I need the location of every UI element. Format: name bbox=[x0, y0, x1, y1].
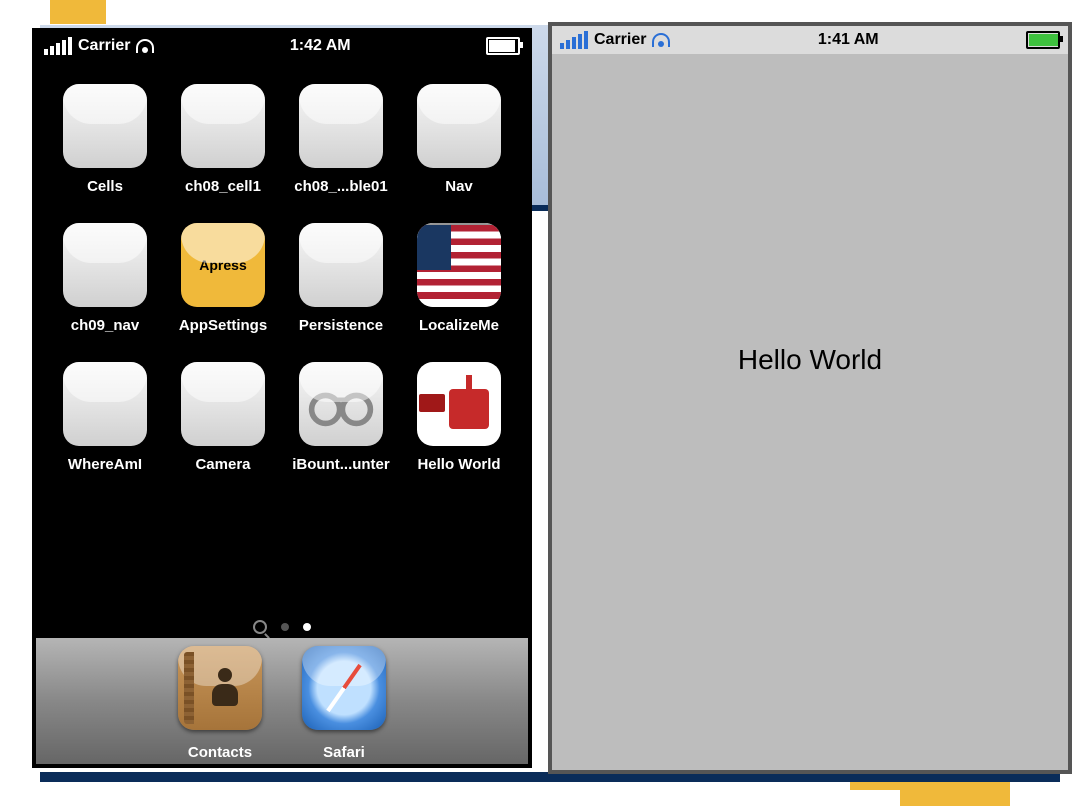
carrier-label: Carrier bbox=[594, 31, 646, 49]
app-icon bbox=[299, 84, 383, 168]
safari-icon bbox=[302, 646, 386, 730]
app-hello-world[interactable]: Hello World bbox=[408, 362, 510, 473]
app-label: ch09_nav bbox=[71, 317, 139, 334]
slide-decoration-top bbox=[50, 0, 106, 24]
app-label: LocalizeMe bbox=[419, 317, 499, 334]
signal-icon bbox=[44, 37, 72, 55]
dock-contacts[interactable]: Contacts bbox=[178, 646, 262, 764]
app-label: ch08_...ble01 bbox=[294, 178, 387, 195]
app-persistence[interactable]: Persistence bbox=[290, 223, 392, 334]
contacts-icon bbox=[178, 646, 262, 730]
app-label: Hello World bbox=[417, 456, 500, 473]
app-label: iBount...unter bbox=[292, 456, 390, 473]
page-dot-active bbox=[303, 623, 311, 631]
app-label: Persistence bbox=[299, 317, 383, 334]
dock: Contacts Safari bbox=[36, 638, 528, 764]
clock-label: 1:42 AM bbox=[290, 37, 351, 55]
carrier-label: Carrier bbox=[78, 37, 130, 55]
app-label: Nav bbox=[445, 178, 473, 195]
app-ch09-nav[interactable]: ch09_nav bbox=[54, 223, 156, 334]
app-icon bbox=[63, 362, 147, 446]
app-ch08-ble01[interactable]: ch08_...ble01 bbox=[290, 84, 392, 195]
status-bar: Carrier 1:42 AM bbox=[36, 32, 528, 60]
app-content-area: Hello World bbox=[552, 54, 1068, 770]
app-localizeme[interactable]: LocalizeMe bbox=[408, 223, 510, 334]
simulator-hello-world-app: Carrier 1:41 AM Hello World bbox=[548, 22, 1072, 774]
battery-icon bbox=[1026, 31, 1060, 49]
app-icon bbox=[181, 362, 265, 446]
wifi-icon bbox=[652, 33, 670, 47]
app-label: AppSettings bbox=[179, 317, 267, 334]
app-ch08-cell1[interactable]: ch08_cell1 bbox=[172, 84, 274, 195]
app-grid: Cells ch08_cell1 ch08_...ble01 Nav ch09_… bbox=[36, 60, 528, 473]
app-label: ch08_cell1 bbox=[185, 178, 261, 195]
app-whereami[interactable]: WhereAmI bbox=[54, 362, 156, 473]
app-appsettings[interactable]: Apress AppSettings bbox=[172, 223, 274, 334]
app-nav[interactable]: Nav bbox=[408, 84, 510, 195]
app-camera[interactable]: Camera bbox=[172, 362, 274, 473]
clock-label: 1:41 AM bbox=[818, 31, 879, 49]
app-label: WhereAmI bbox=[68, 456, 142, 473]
signal-icon bbox=[560, 31, 588, 49]
hello-world-label: Hello World bbox=[738, 344, 882, 376]
simulator-home-screen: Carrier 1:42 AM Cells ch08_cell1 ch08_..… bbox=[32, 28, 532, 768]
handcuffs-icon bbox=[299, 362, 383, 446]
app-label: Camera bbox=[195, 456, 250, 473]
app-icon bbox=[181, 84, 265, 168]
wifi-icon bbox=[136, 39, 154, 53]
app-label: Cells bbox=[87, 178, 123, 195]
page-dot bbox=[281, 623, 289, 631]
gift-icon bbox=[417, 362, 501, 446]
flag-icon bbox=[417, 223, 501, 307]
app-cells[interactable]: Cells bbox=[54, 84, 156, 195]
dock-safari[interactable]: Safari bbox=[302, 646, 386, 764]
app-icon bbox=[63, 84, 147, 168]
page-indicator[interactable] bbox=[36, 620, 528, 634]
app-icon bbox=[63, 223, 147, 307]
dock-label: Safari bbox=[323, 744, 365, 761]
springboard: Cells ch08_cell1 ch08_...ble01 Nav ch09_… bbox=[36, 60, 528, 764]
apress-icon: Apress bbox=[181, 223, 265, 307]
app-ibountyhunter[interactable]: iBount...unter bbox=[290, 362, 392, 473]
battery-icon bbox=[486, 37, 520, 55]
dock-label: Contacts bbox=[188, 744, 252, 761]
status-bar: Carrier 1:41 AM bbox=[552, 26, 1068, 54]
app-icon bbox=[299, 223, 383, 307]
app-icon bbox=[417, 84, 501, 168]
search-icon bbox=[253, 620, 267, 634]
